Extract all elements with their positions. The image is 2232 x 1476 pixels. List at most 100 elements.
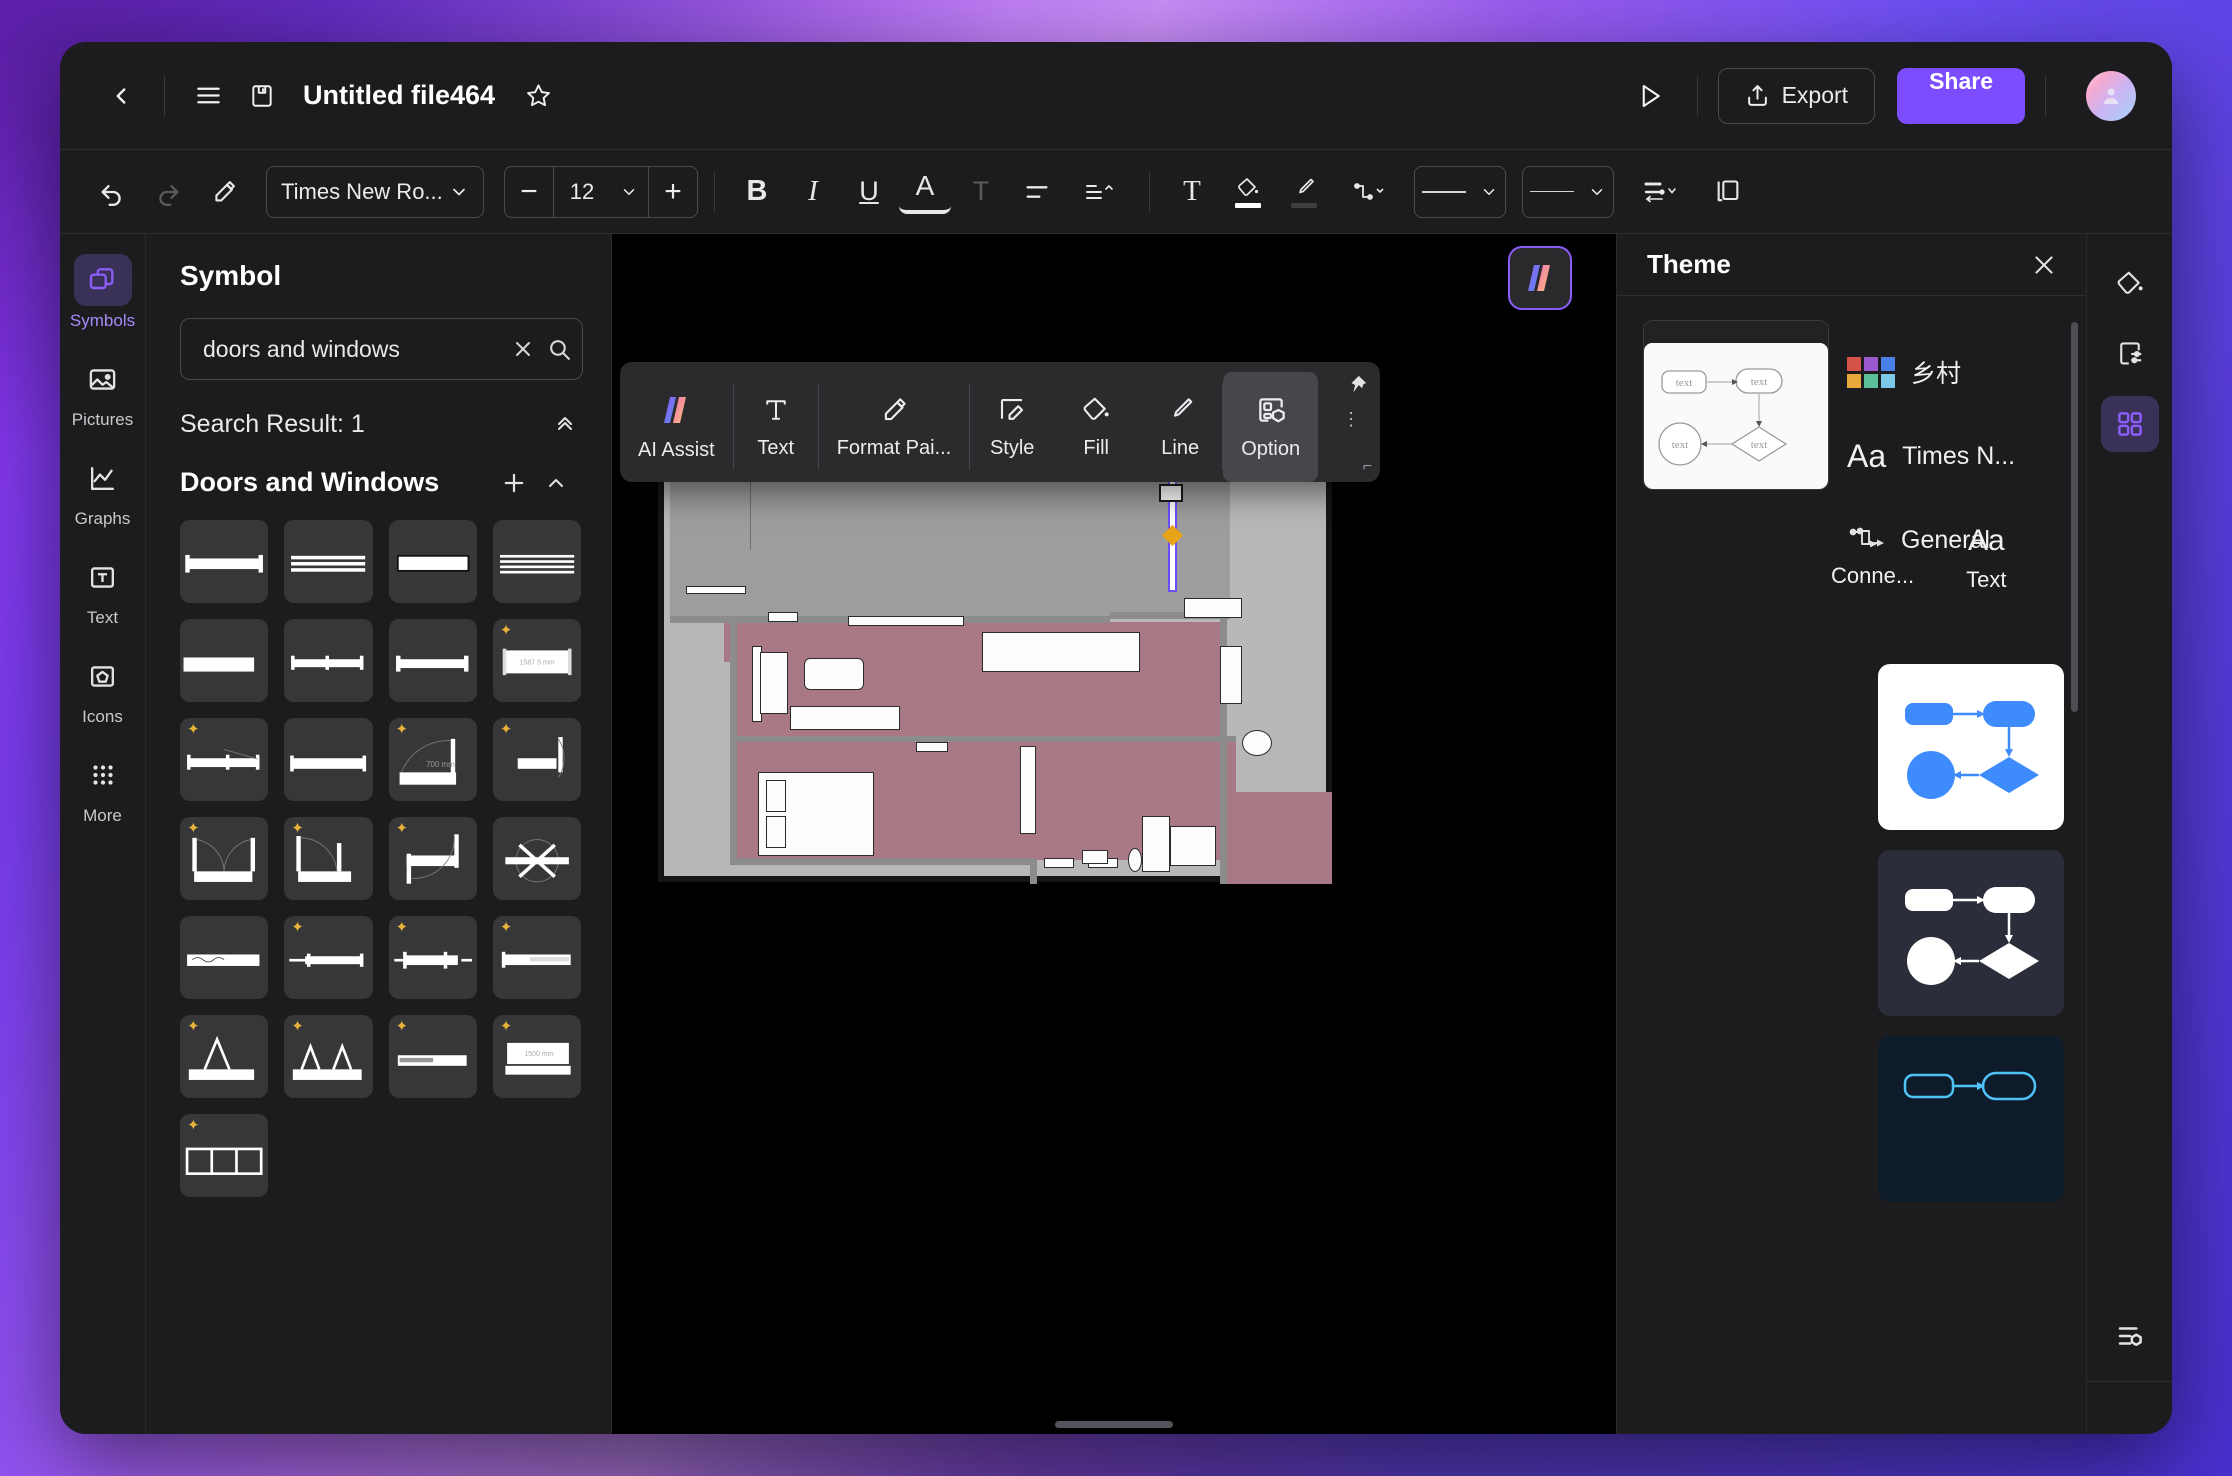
theme-scrollbar[interactable] — [2071, 322, 2078, 712]
symbol-item-door-slider-3[interactable]: ✦ — [180, 718, 269, 801]
context-item-ai-assist[interactable]: AI Assist — [620, 372, 733, 482]
symbol-item-window-double-hung-7[interactable]: ✦ — [284, 1015, 373, 1098]
symbol-item-door-single-1[interactable] — [180, 520, 269, 603]
text-box-button[interactable]: T — [1166, 166, 1218, 218]
symbol-item-window-labeled-1587[interactable]: ✦ 1587.5 mm — [492, 619, 581, 702]
context-item-option[interactable]: Option — [1223, 372, 1319, 482]
font-color-button[interactable]: A — [899, 170, 951, 214]
theme-tool[interactable] — [2100, 396, 2159, 452]
sidebar-item-more[interactable]: More — [65, 743, 141, 832]
pin-icon[interactable] — [1346, 374, 1368, 401]
save-button[interactable] — [235, 69, 289, 123]
theme-template-1[interactable] — [1878, 850, 2064, 1016]
export-button[interactable]: Export — [1717, 67, 1876, 124]
context-item-line[interactable]: Line — [1138, 372, 1222, 482]
context-item-label: Option — [1241, 437, 1301, 460]
canvas-area[interactable]: AI Assist Text Format Pai... Style Fill Line O… — [612, 234, 1616, 1434]
theme-preview-flowchart[interactable]: text text text text — [1643, 320, 1829, 490]
symbol-item-window-single-2[interactable] — [388, 619, 477, 702]
search-input[interactable] — [203, 335, 499, 363]
symbol-item-window-sliding-7[interactable]: ✦ — [388, 1015, 477, 1098]
font-family-select[interactable]: Times New Ro... — [266, 165, 484, 218]
context-item-text[interactable]: Text — [734, 372, 818, 482]
font-size-increase[interactable]: + — [649, 167, 697, 217]
search-button[interactable] — [547, 337, 572, 362]
theme-row-colors[interactable]: 乡村 — [1847, 330, 2070, 414]
horizontal-scrollbar[interactable] — [1055, 1421, 1173, 1428]
resize-corner-icon[interactable]: ⌐ — [1363, 458, 1372, 476]
fill-tool[interactable] — [2101, 256, 2159, 312]
theme-text-option[interactable]: Aa Text — [1966, 524, 2006, 593]
context-item-format-pai[interactable]: Format Pai... — [819, 372, 969, 482]
redo-button[interactable] — [142, 166, 194, 218]
more-vertical-icon[interactable]: ⋮ — [1342, 410, 1360, 428]
symbol-item-door-swing-arc-4[interactable]: ✦ — [492, 718, 581, 801]
font-size-caret[interactable] — [610, 167, 648, 217]
context-item-style[interactable]: Style — [970, 372, 1054, 482]
theme-row-font[interactable]: Aa Times N... — [1847, 414, 2070, 498]
line-weight-select[interactable] — [1522, 165, 1614, 218]
theme-template-0[interactable] — [1878, 664, 2064, 830]
symbol-item-window-triple-1[interactable] — [284, 520, 373, 603]
symbol-item-window-wave-6[interactable] — [180, 916, 269, 999]
clear-search-button[interactable] — [511, 337, 535, 361]
app-logo-badge[interactable] — [1508, 246, 1572, 310]
avatar[interactable] — [2086, 70, 2136, 121]
sidebar-item-text[interactable]: Text — [65, 545, 141, 634]
symbol-item-window-awning-7[interactable]: ✦ — [180, 1015, 269, 1098]
symbol-item-window-panel-1500[interactable]: ✦ 1500 mm — [492, 1015, 581, 1098]
align-button[interactable] — [1011, 166, 1063, 218]
symbol-item-door-corner-swing-5[interactable]: ✦ — [284, 817, 373, 900]
line-style-select[interactable] — [1414, 165, 1506, 218]
paint-bucket-icon — [1238, 177, 1259, 196]
present-button[interactable] — [1623, 69, 1677, 123]
picture-icon — [74, 353, 132, 405]
page-setup-tool[interactable] — [2101, 326, 2159, 382]
line-color-button[interactable] — [1278, 166, 1330, 218]
symbol-item-window-bay-6[interactable]: ✦ — [388, 916, 477, 999]
undo-button[interactable] — [86, 166, 138, 218]
strikethrough-button[interactable]: T — [955, 166, 1007, 218]
connector-style-button[interactable] — [1334, 166, 1404, 218]
symbol-item-window-double-2[interactable] — [284, 619, 373, 702]
symbol-item-window-quad-1[interactable] — [492, 520, 581, 603]
font-size-decrease[interactable]: − — [505, 167, 553, 217]
symbol-item-window-solid-1[interactable] — [388, 520, 477, 603]
arrow-style-button[interactable] — [1624, 166, 1698, 218]
line-spacing-button[interactable] — [1067, 166, 1133, 218]
sidebar-item-pictures[interactable]: Pictures — [65, 347, 141, 436]
italic-button[interactable]: I — [787, 166, 839, 218]
font-size-value[interactable]: 12 — [554, 167, 610, 217]
symbol-item-door-swing-700[interactable]: ✦ 700 mm — [388, 718, 477, 801]
symbol-item-window-bar-3[interactable] — [284, 718, 373, 801]
format-painter-button[interactable] — [198, 166, 250, 218]
symbol-item-door-revolving-5[interactable] — [492, 817, 581, 900]
sidebar-item-icons[interactable]: Icons — [65, 644, 141, 733]
paint-bucket-icon — [2117, 271, 2143, 294]
sidebar-item-graphs[interactable]: Graphs — [65, 446, 141, 535]
theme-connector-option[interactable]: Conne... — [1831, 524, 1914, 593]
properties-tool[interactable] — [2101, 1308, 2159, 1364]
symbol-item-window-plain-2[interactable] — [180, 619, 269, 702]
share-button[interactable]: Share — [1897, 67, 2025, 124]
sidebar-item-symbols[interactable]: Symbols — [65, 248, 141, 337]
menu-button[interactable] — [181, 69, 235, 123]
symbol-item-window-slide-6[interactable]: ✦ — [492, 916, 581, 999]
collapse-results-button[interactable] — [553, 410, 577, 439]
bold-button[interactable]: B — [731, 166, 783, 218]
favorite-button[interactable] — [511, 69, 565, 123]
layers-button[interactable] — [1702, 166, 1754, 218]
fill-color-button[interactable] — [1222, 166, 1274, 218]
symbol-item-window-casement-6[interactable]: ✦ — [284, 916, 373, 999]
symbol-item-door-swing-right-5[interactable]: ✦ — [388, 817, 477, 900]
symbol-item-window-grid-8[interactable]: ✦ — [180, 1114, 269, 1197]
add-symbol-button[interactable] — [493, 469, 535, 497]
underline-button[interactable]: U — [843, 166, 895, 218]
back-button[interactable] — [94, 69, 148, 123]
collapse-group-button[interactable] — [535, 471, 577, 495]
theme-template-2[interactable] — [1878, 1036, 2064, 1202]
close-theme-panel-button[interactable] — [2024, 252, 2064, 278]
symbol-item-door-double-swing-5[interactable]: ✦ — [180, 817, 269, 900]
favorite-star-icon: ✦ — [499, 1018, 513, 1035]
context-item-fill[interactable]: Fill — [1054, 372, 1138, 482]
